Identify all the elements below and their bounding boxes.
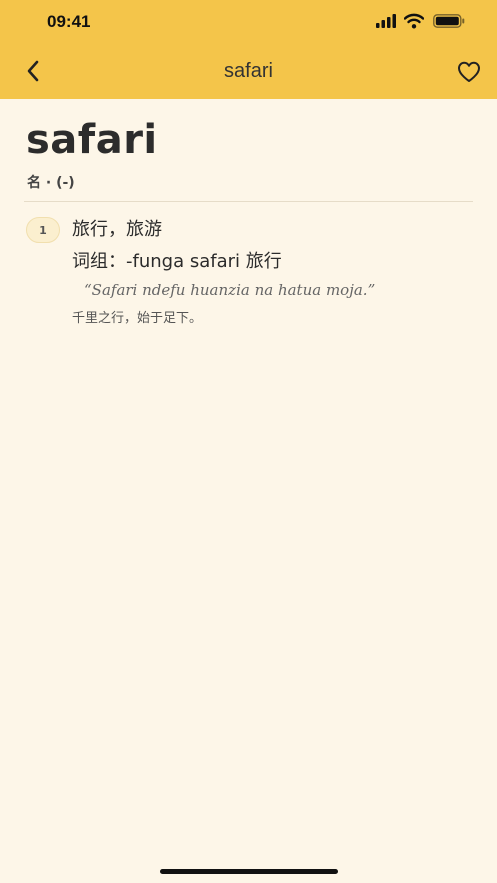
nav-title: safari xyxy=(224,60,273,82)
example-sentence: “Safari ndefu huanzia na hatua moja.” xyxy=(84,281,376,299)
dictionary-entry-screen: 09:41 safari safari 名 · (-) 1 旅行，旅游 词组：-… xyxy=(0,0,497,883)
home-indicator xyxy=(160,869,338,874)
status-bar: 09:41 xyxy=(0,0,497,44)
word-headword: safari xyxy=(26,117,158,163)
wifi-icon xyxy=(404,13,424,29)
sense-definition: 旅行，旅游 xyxy=(72,219,162,240)
header: 09:41 safari xyxy=(0,0,497,99)
sense-number-badge: 1 xyxy=(26,217,60,243)
status-time: 09:41 xyxy=(47,12,91,31)
favorite-button[interactable] xyxy=(454,58,484,86)
sense-phrase: 词组：-funga safari 旅行 xyxy=(72,251,282,272)
heart-outline-icon xyxy=(458,61,480,82)
nav-bar: safari xyxy=(0,44,497,99)
part-of-speech: 名 · (-) xyxy=(27,175,75,191)
divider xyxy=(24,201,473,202)
battery-icon xyxy=(433,14,465,28)
example-translation: 千里之行，始于足下。 xyxy=(72,311,203,326)
signal-icon xyxy=(376,14,396,28)
